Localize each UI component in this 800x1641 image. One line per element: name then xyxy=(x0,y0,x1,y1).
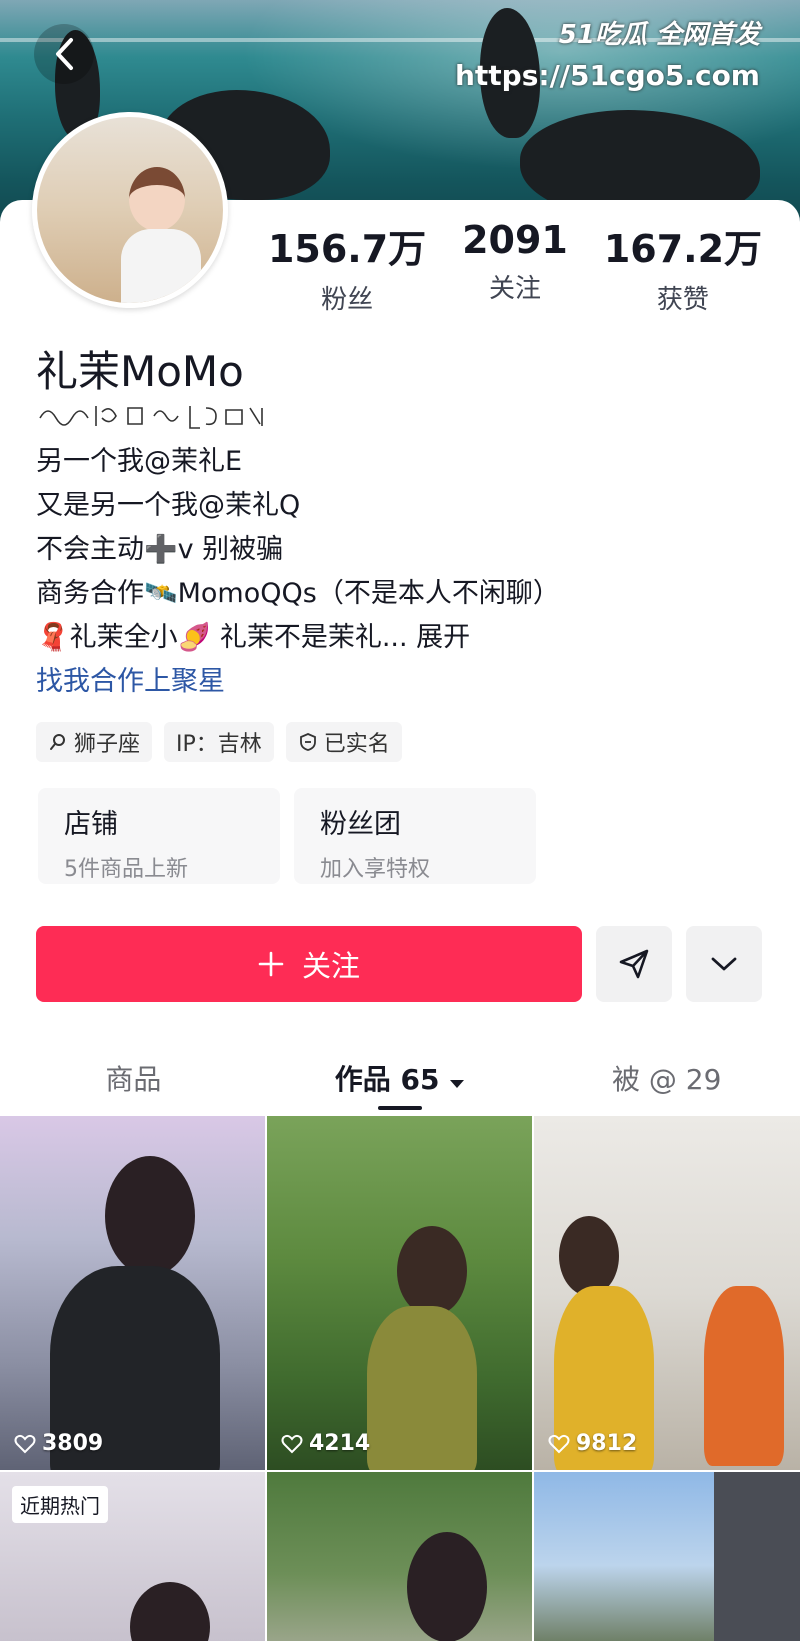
bio-line-last: 🧣礼茉全小🍠 礼茉不是茉礼... 展开 xyxy=(36,616,560,660)
heart-icon xyxy=(14,1434,36,1453)
tag-zodiac: 狮子座 xyxy=(36,722,153,762)
video-thumbnail[interactable]: 9812 xyxy=(534,1116,800,1470)
follow-button[interactable]: 关注 xyxy=(36,926,582,1002)
expand-link[interactable]: 展开 xyxy=(416,622,470,653)
avatar-head xyxy=(129,167,185,231)
stat-label: 获赞 xyxy=(656,285,709,315)
thumb-building xyxy=(714,1472,800,1641)
plus-icon xyxy=(258,951,284,977)
fan-club-box[interactable]: 粉丝团 加入享特权 xyxy=(294,788,536,884)
tag-text: 狮子座 xyxy=(74,732,141,757)
box-title: 店铺 xyxy=(64,809,118,840)
search-icon xyxy=(50,734,65,750)
chevron-down-icon xyxy=(711,957,737,971)
more-button[interactable] xyxy=(686,926,762,1002)
thumb-figure-head xyxy=(559,1216,619,1296)
follow-label: 关注 xyxy=(301,949,360,983)
heart-icon xyxy=(548,1434,570,1453)
watermark-brand: 51吃瓜 全网首发 xyxy=(558,20,760,50)
tag-ip: IP：吉林 xyxy=(164,722,274,762)
stat-following[interactable]: 2091 关注 xyxy=(462,218,568,316)
video-thumbnail[interactable]: 3809 xyxy=(0,1116,265,1470)
collab-link[interactable]: 找我合作上聚星 xyxy=(36,660,560,704)
like-count-value: 9812 xyxy=(576,1431,638,1456)
stat-label: 粉丝 xyxy=(321,285,374,315)
video-thumbnail[interactable] xyxy=(267,1472,532,1641)
thumb-figure-head xyxy=(130,1582,210,1641)
profile-tags: 狮子座 IP：吉林 已实名 xyxy=(36,722,402,762)
stat-value: 167.2万 xyxy=(603,227,763,271)
avatar[interactable] xyxy=(32,112,228,308)
video-thumbnail[interactable]: 4214 xyxy=(267,1116,532,1470)
stat-value: 2091 xyxy=(462,218,568,262)
box-title: 粉丝团 xyxy=(320,809,401,840)
heart-icon xyxy=(281,1434,303,1453)
video-thumbnail[interactable]: 近期热门 xyxy=(0,1472,265,1641)
bio-line: 又是另一个我@茉礼Q xyxy=(36,490,301,521)
stat-value: 156.7万 xyxy=(267,227,427,271)
like-count: 9812 xyxy=(548,1431,637,1456)
tag-verified: 已实名 xyxy=(285,722,402,762)
stat-followers[interactable]: 156.7万 粉丝 xyxy=(268,218,426,316)
tab-mentions[interactable]: 被 @ 29 xyxy=(533,1040,800,1110)
profile-actions: 关注 xyxy=(36,926,762,1002)
thumb-figure-head xyxy=(407,1532,487,1641)
profile-bio: 另一个我@茉礼E 又是另一个我@茉礼Q 不会主动➕v 别被骗 商务合作🛰️Mom… xyxy=(36,440,560,704)
profile-name: 礼茉MoMo xyxy=(36,347,244,396)
profile-tabs: 商品 作品 65 被 @ 29 xyxy=(0,1040,800,1110)
caret-down-icon xyxy=(450,1080,465,1088)
send-icon xyxy=(619,949,649,979)
watermark-url: https://51cgo5.com xyxy=(454,59,760,92)
like-count: 4214 xyxy=(281,1431,370,1456)
share-button[interactable] xyxy=(596,926,672,1002)
tab-works[interactable]: 作品 65 xyxy=(267,1040,534,1110)
box-subtitle: 5件商品上新 xyxy=(64,857,188,882)
thumb-figure-head xyxy=(105,1156,195,1276)
profile-stats: 156.7万 粉丝 2091 关注 167.2万 获赞 xyxy=(250,218,780,316)
profile-boxes: 店铺 5件商品上新 粉丝团 加入享特权 xyxy=(38,788,536,884)
tab-products[interactable]: 商品 xyxy=(0,1040,267,1110)
bio-line: 不会主动➕v 别被骗 xyxy=(36,534,284,565)
like-count-value: 4214 xyxy=(309,1431,371,1456)
thumb-figure-body xyxy=(367,1306,477,1470)
bio-line: 另一个我@茉礼E xyxy=(36,446,243,477)
tab-works-label: 作品 65 xyxy=(334,1063,440,1096)
bio-line: 🧣礼茉全小🍠 礼茉不是茉礼... xyxy=(36,622,408,653)
chevron-left-icon xyxy=(56,38,73,70)
back-button[interactable] xyxy=(34,24,94,84)
watermark: 51吃瓜 全网首发 https://51cgo5.com xyxy=(455,14,760,92)
verified-icon xyxy=(299,733,316,751)
trending-badge: 近期热门 xyxy=(12,1486,108,1523)
stat-label: 关注 xyxy=(488,274,541,304)
video-grid: 3809 4214 9812 近期热门 xyxy=(0,1116,800,1641)
shop-box[interactable]: 店铺 5件商品上新 xyxy=(38,788,280,884)
avatar-body xyxy=(121,229,201,303)
stat-likes[interactable]: 167.2万 获赞 xyxy=(604,218,762,316)
thumb-sculpture xyxy=(704,1286,784,1466)
box-subtitle: 加入享特权 xyxy=(320,857,431,882)
tag-text: IP：吉林 xyxy=(176,732,262,757)
video-thumbnail[interactable] xyxy=(534,1472,800,1641)
thumb-figure-head xyxy=(397,1226,467,1316)
tag-text: 已实名 xyxy=(323,732,390,757)
like-count: 3809 xyxy=(14,1431,103,1456)
like-count-value: 3809 xyxy=(42,1431,104,1456)
obscured-text xyxy=(39,406,263,429)
bio-line: 商务合作🛰️MomoQQs（不是本人不闲聊） xyxy=(36,578,560,609)
